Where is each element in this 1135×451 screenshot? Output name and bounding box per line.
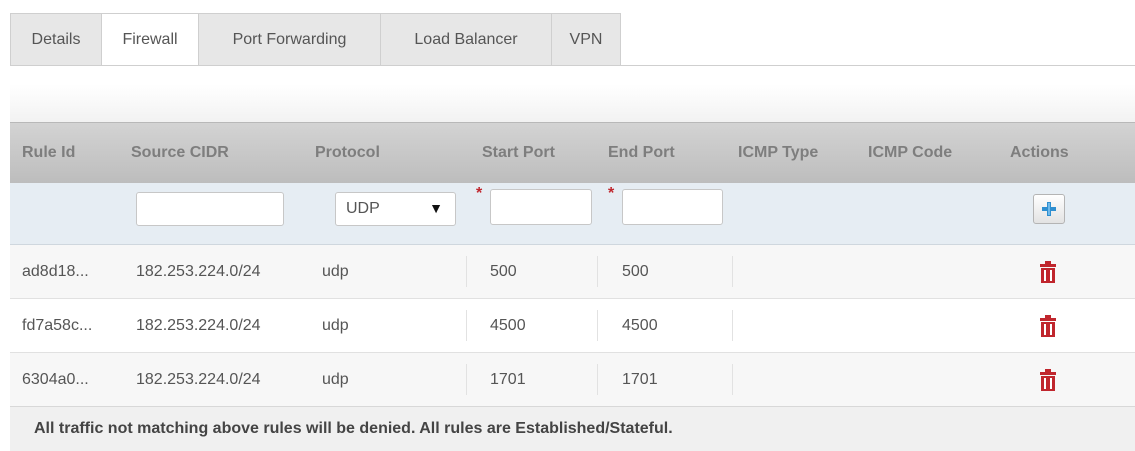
column-header-icmp-code: ICMP Code — [868, 144, 953, 161]
add-rule-button[interactable] — [1033, 194, 1065, 224]
tab-divider — [10, 65, 1135, 66]
column-header-actions: Actions — [1010, 144, 1069, 161]
protocol-select-value: UDP — [346, 200, 380, 217]
column-divider — [466, 364, 467, 395]
dropdown-arrow-icon: ▼ — [429, 200, 443, 216]
start-port-input[interactable] — [490, 189, 592, 225]
firewall-policy-note-text: All traffic not matching above rules wil… — [34, 420, 673, 437]
firewall-policy-note: All traffic not matching above rules wil… — [10, 406, 1135, 451]
plus-icon — [1042, 202, 1056, 216]
toolbar-strip — [10, 84, 1135, 123]
column-divider — [597, 256, 598, 287]
rule-id-cell: ad8d18... — [22, 262, 89, 280]
start-port-cell: 500 — [490, 262, 517, 280]
trash-icon — [1040, 315, 1056, 337]
end-port-cell: 500 — [622, 262, 649, 280]
required-marker-end-port: * — [608, 185, 615, 202]
column-divider — [466, 310, 467, 341]
column-divider — [597, 310, 598, 341]
column-divider — [732, 310, 733, 341]
column-header-protocol: Protocol — [315, 144, 380, 161]
table-header: Rule Id Source CIDR Protocol Start Port … — [10, 122, 1135, 184]
column-header-rule-id: Rule Id — [22, 144, 76, 161]
column-header-source-cidr: Source CIDR — [131, 144, 229, 161]
end-port-cell: 4500 — [622, 316, 658, 334]
delete-rule-button[interactable] — [1040, 369, 1056, 396]
end-port-cell: 1701 — [622, 370, 658, 388]
column-divider — [466, 256, 467, 287]
tab-firewall[interactable]: Firewall — [101, 13, 199, 66]
column-header-start-port: Start Port — [482, 144, 555, 161]
column-divider — [732, 256, 733, 287]
delete-rule-button[interactable] — [1040, 315, 1056, 342]
source-cidr-cell: 182.253.224.0/24 — [136, 370, 261, 388]
trash-icon — [1040, 261, 1056, 283]
protocol-cell: udp — [322, 262, 349, 280]
tab-port-forwarding[interactable]: Port Forwarding — [198, 13, 381, 65]
new-rule-row: UDP ▼ * * — [10, 183, 1135, 245]
source-cidr-cell: 182.253.224.0/24 — [136, 262, 261, 280]
source-cidr-input[interactable] — [136, 192, 284, 226]
required-marker-start-port: * — [476, 185, 483, 202]
rule-id-cell: fd7a58c... — [22, 316, 93, 334]
column-divider — [597, 364, 598, 395]
start-port-cell: 1701 — [490, 370, 526, 388]
source-cidr-cell: 182.253.224.0/24 — [136, 316, 261, 334]
rule-id-cell: 6304a0... — [22, 370, 89, 388]
delete-rule-button[interactable] — [1040, 261, 1056, 288]
column-divider — [732, 364, 733, 395]
tab-vpn[interactable]: VPN — [551, 13, 621, 65]
table-row: ad8d18... 182.253.224.0/24 udp 500 500 — [10, 245, 1135, 299]
column-header-end-port: End Port — [608, 144, 675, 161]
tab-load-balancer[interactable]: Load Balancer — [380, 13, 552, 65]
table-row: 6304a0... 182.253.224.0/24 udp 1701 1701 — [10, 353, 1135, 407]
tab-bar: Details Firewall Port Forwarding Load Ba… — [10, 13, 621, 66]
protocol-select[interactable]: UDP ▼ — [335, 192, 456, 226]
end-port-input[interactable] — [622, 189, 723, 225]
trash-icon — [1040, 369, 1056, 391]
table-row: fd7a58c... 182.253.224.0/24 udp 4500 450… — [10, 299, 1135, 353]
protocol-cell: udp — [322, 316, 349, 334]
start-port-cell: 4500 — [490, 316, 526, 334]
protocol-cell: udp — [322, 370, 349, 388]
column-header-icmp-type: ICMP Type — [738, 144, 819, 161]
tab-details[interactable]: Details — [10, 13, 102, 65]
